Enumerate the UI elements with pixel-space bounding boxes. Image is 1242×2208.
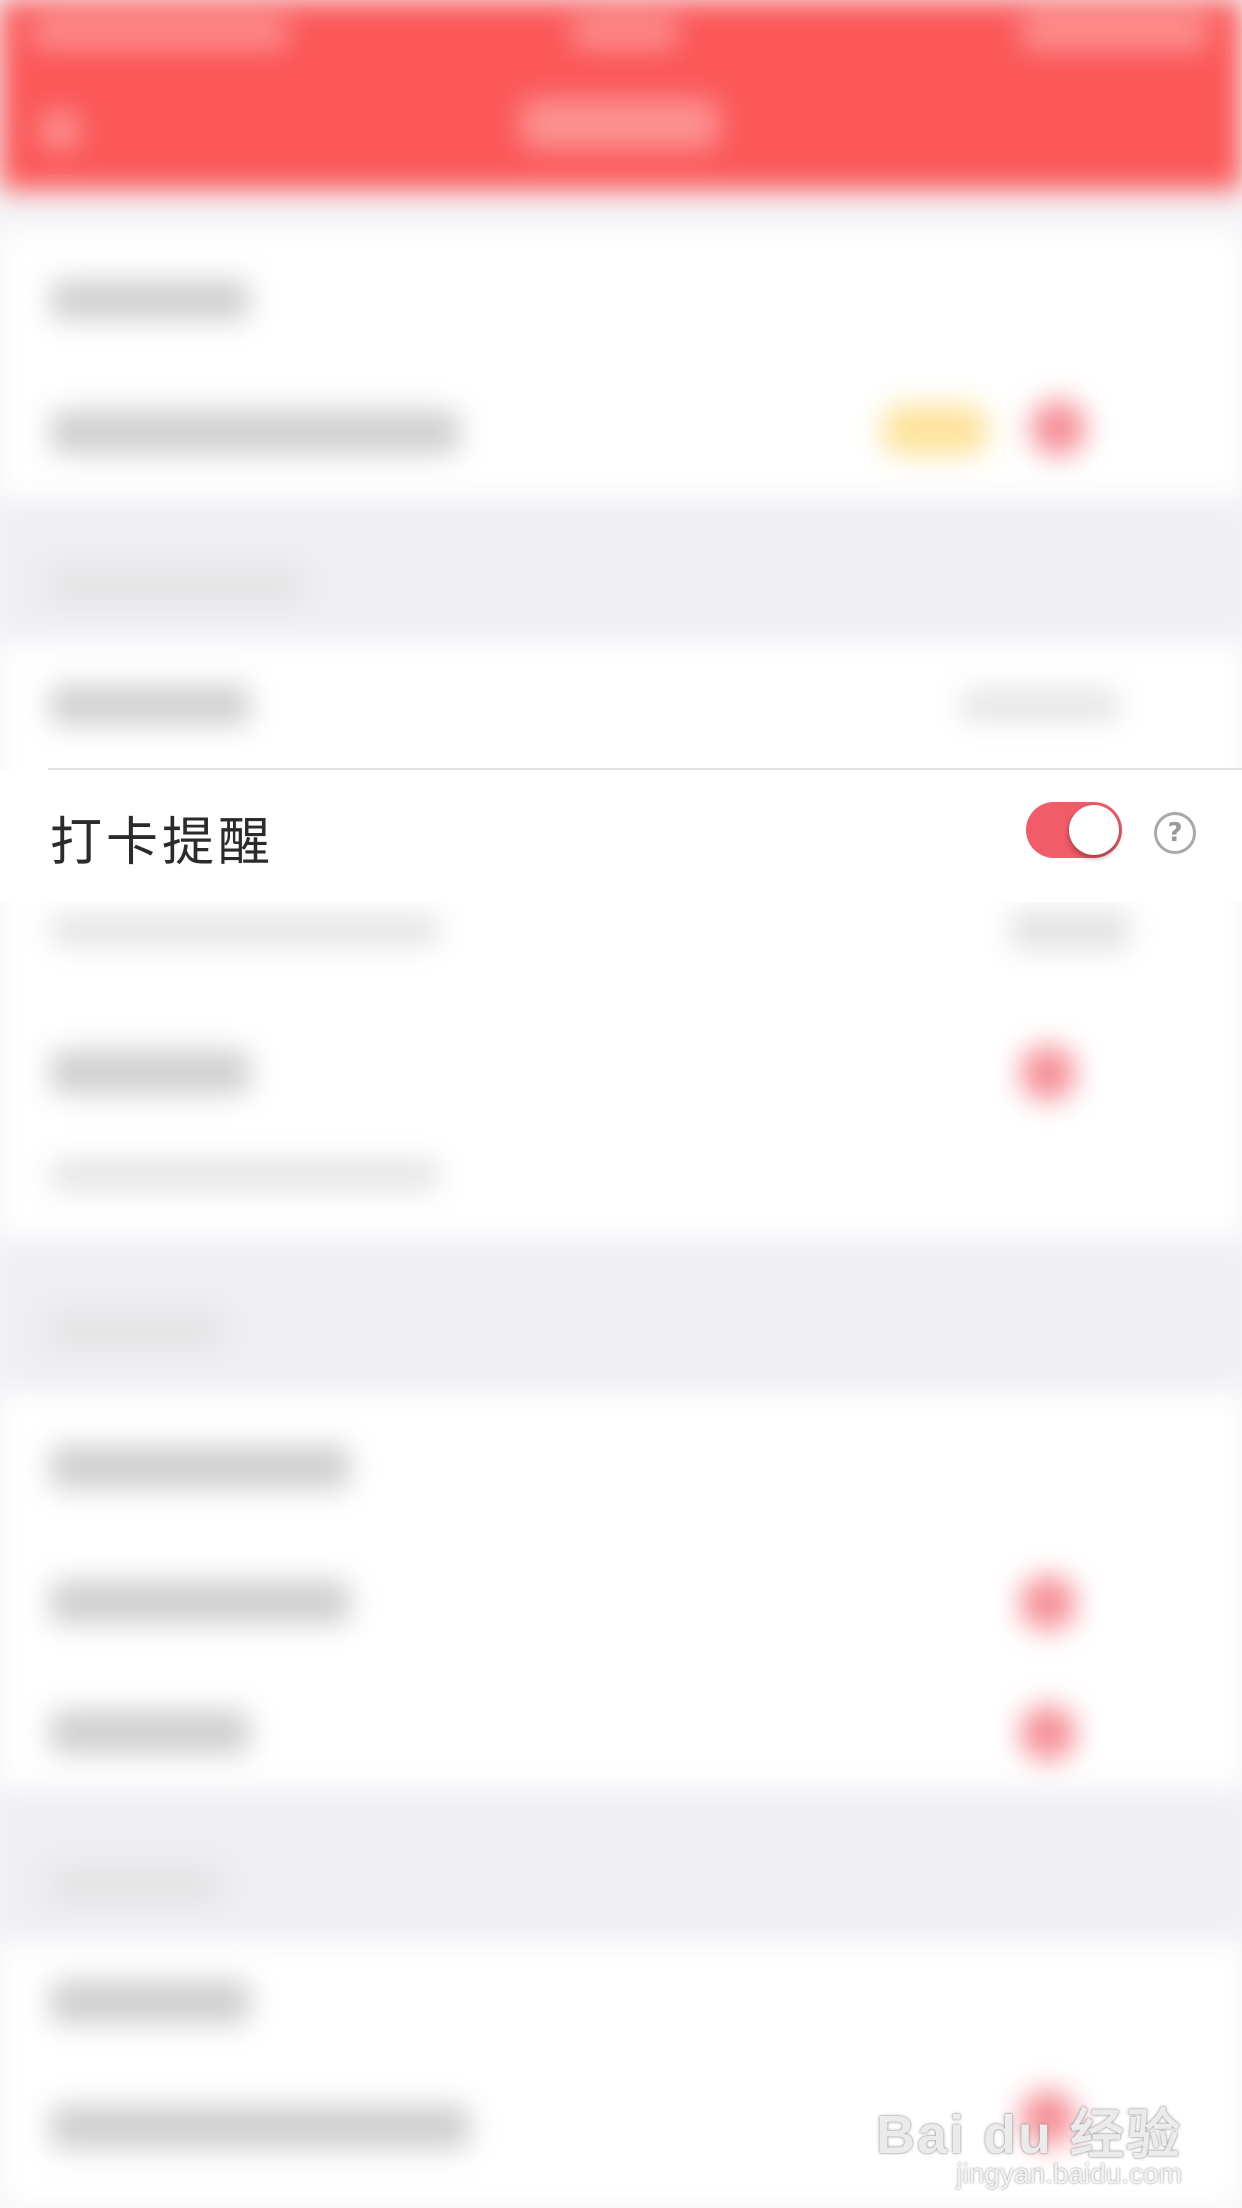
reminder-subtext (50, 915, 440, 945)
toggle-knob (1069, 805, 1119, 855)
row-3-label (50, 685, 250, 725)
status-bar-right (1020, 14, 1210, 50)
section-3-header (0, 1240, 1242, 1390)
row-5-subtext (50, 1160, 440, 1190)
reminder-time (1010, 910, 1130, 950)
blurred-background (0, 0, 1242, 2208)
row-8-dot (1020, 1705, 1076, 1761)
row-9-label (50, 1980, 250, 2024)
section-4-title (50, 1870, 220, 1900)
row-7-dot (1020, 1575, 1076, 1631)
row-2-label (50, 410, 460, 454)
section-2-title (50, 570, 300, 600)
row-7-label (50, 1580, 350, 1624)
section-2 (0, 640, 1242, 1240)
row-2-dot (1030, 400, 1086, 456)
row-5-label (50, 1050, 250, 1094)
section-4-header (0, 1790, 1242, 1940)
watermark-url: jingyan.baidu.com (956, 2158, 1182, 2189)
header-bar (0, 0, 1242, 190)
punch-reminder-label: 打卡提醒 (50, 813, 275, 873)
help-icon[interactable]: ? (1154, 812, 1196, 854)
row-10-label (50, 2105, 470, 2149)
status-bar-left (30, 18, 290, 48)
status-bar-center (570, 18, 680, 48)
row-1-label (50, 280, 250, 320)
row-8-label (50, 1710, 250, 1754)
back-icon[interactable] (40, 110, 80, 150)
punch-reminder-toggle[interactable] (1026, 802, 1122, 858)
section-1 (0, 230, 1242, 500)
row-3-value (960, 690, 1120, 720)
page-title (520, 98, 720, 150)
row-6-label (50, 1445, 350, 1489)
section-3 (0, 1390, 1242, 1790)
section-3-title (50, 1315, 220, 1345)
row-5-dot (1020, 1045, 1076, 1101)
vip-badge (880, 405, 990, 455)
section-2-header (0, 500, 1242, 640)
